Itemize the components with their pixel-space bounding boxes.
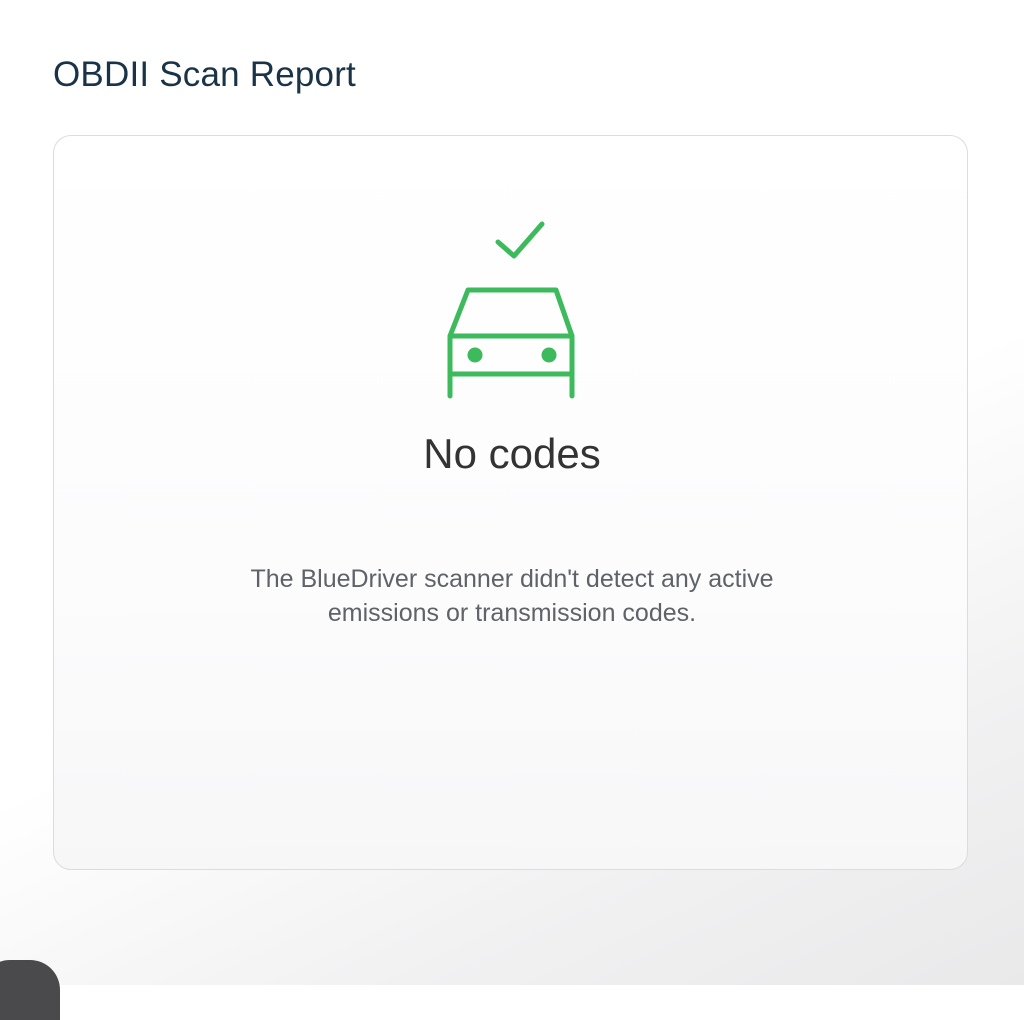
checkmark-icon <box>495 221 545 259</box>
car-check-icon <box>446 218 578 400</box>
car-icon <box>447 287 575 399</box>
page-title: OBDII Scan Report <box>53 55 356 95</box>
status-message: The BlueDriver scanner didn't detect any… <box>250 565 774 627</box>
corner-overlay <box>0 960 60 1020</box>
status-heading: No codes <box>423 430 601 477</box>
